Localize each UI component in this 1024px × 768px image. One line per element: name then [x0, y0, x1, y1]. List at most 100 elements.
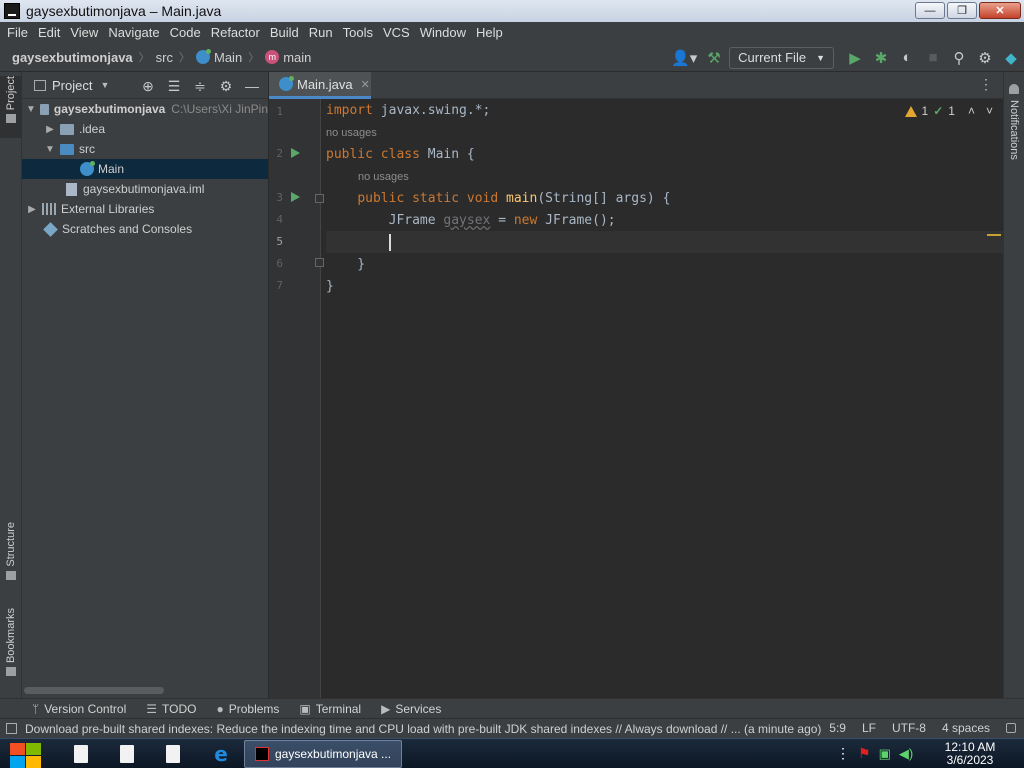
gear-icon[interactable]: ⚙ — [216, 76, 236, 96]
tree-item-idea[interactable]: ▶ .idea — [22, 119, 268, 139]
tree-item-label: gaysexbutimonjava — [53, 102, 166, 116]
ide-logo-icon[interactable]: ◆ — [998, 45, 1024, 71]
chevron-down-icon[interactable]: ▼ — [100, 80, 109, 90]
document-icon[interactable] — [74, 745, 88, 763]
maximize-button[interactable]: ❐ — [947, 2, 977, 19]
run-gutter-icon[interactable] — [291, 192, 300, 202]
tool-tab-structure[interactable]: Structure — [0, 522, 22, 592]
more-vertical-icon[interactable]: ⋮ — [836, 745, 850, 762]
menu-build[interactable]: Build — [265, 25, 304, 40]
tool-tab-project[interactable]: Project — [0, 76, 22, 138]
tool-tab-notifications[interactable]: Notifications — [1008, 100, 1020, 160]
hide-panel-icon[interactable]: — — [242, 76, 262, 96]
tree-item-project-root[interactable]: ▼ gaysexbutimonjava C:\Users\Xi JinPin — [22, 99, 268, 119]
menu-view[interactable]: View — [65, 25, 103, 40]
code-token: public class — [326, 147, 420, 162]
tree-item-iml[interactable]: gaysexbutimonjava.iml — [22, 179, 268, 199]
project-panel-title[interactable]: Project — [52, 78, 92, 93]
lock-icon[interactable] — [1006, 723, 1016, 733]
stop-icon[interactable]: ■ — [920, 45, 946, 71]
chevron-right-icon: 〉 — [248, 52, 260, 64]
document-icon[interactable] — [166, 745, 180, 763]
tree-item-scratches[interactable]: Scratches and Consoles — [22, 219, 268, 239]
taskbar-app-intellij[interactable]: gaysexbutimonjava ... — [244, 740, 402, 768]
menu-tools[interactable]: Tools — [338, 25, 378, 40]
tool-tab-bookmarks[interactable]: Bookmarks — [0, 608, 22, 688]
run-gutter-icon[interactable] — [291, 148, 300, 158]
usage-hint[interactable]: no usages — [358, 166, 409, 188]
editor-gutter: 1 2 3 4 5 6 7 — [269, 99, 324, 698]
minimize-button[interactable]: — — [915, 2, 945, 19]
menu-refactor[interactable]: Refactor — [206, 25, 265, 40]
volume-icon[interactable]: ◀) — [899, 746, 913, 762]
tool-services[interactable]: ▶ Services — [381, 702, 441, 716]
menu-help[interactable]: Help — [471, 25, 508, 40]
tree-item-src[interactable]: ▼ src — [22, 139, 268, 159]
breadcrumb-class[interactable]: Main — [214, 50, 242, 65]
close-button[interactable]: ✕ — [979, 2, 1021, 19]
fold-icon[interactable] — [315, 258, 324, 267]
line-separator[interactable]: LF — [862, 721, 876, 735]
user-icon[interactable]: 👤▾ — [667, 45, 701, 71]
menu-edit[interactable]: Edit — [33, 25, 65, 40]
code-editor[interactable]: import javax.swing.*; no usages public c… — [326, 99, 1003, 698]
menu-code[interactable]: Code — [165, 25, 206, 40]
warning-stripe-marker[interactable] — [987, 234, 1001, 236]
tree-item-main[interactable]: Main — [22, 159, 268, 179]
more-vertical-icon[interactable]: ⋮ — [979, 76, 993, 93]
system-clock[interactable]: 12:10 AM 3/6/2023 — [930, 741, 1010, 767]
locate-file-icon[interactable]: ⊕ — [138, 76, 158, 96]
run-icon[interactable]: ▶ — [842, 45, 868, 71]
inspection-widget[interactable]: 1 ✓ 1 ˄ ˅ — [904, 104, 993, 118]
editor-area: Main.java ✕ ⋮ 1 2 3 4 5 6 7 import javax… — [269, 72, 1003, 698]
tree-item-external-libraries[interactable]: ▶ External Libraries — [22, 199, 268, 219]
breadcrumb-method[interactable]: main — [283, 50, 311, 65]
chevron-right-icon: 〉 — [138, 52, 150, 64]
intellij-icon — [4, 3, 20, 19]
file-encoding[interactable]: UTF-8 — [892, 721, 926, 735]
run-config-selector[interactable]: Current File ▼ — [729, 46, 834, 69]
panel-toggle-icon[interactable] — [6, 723, 17, 734]
breadcrumb-project[interactable]: gaysexbutimonjava — [12, 50, 133, 65]
title-bar: gaysexbutimonjava – Main.java — ❐ ✕ — [0, 0, 1024, 22]
menu-window[interactable]: Window — [415, 25, 471, 40]
fold-icon[interactable] — [315, 194, 324, 203]
coverage-icon[interactable]: ◐ — [894, 45, 920, 71]
tool-terminal[interactable]: ▣ Terminal — [299, 702, 361, 716]
menu-run[interactable]: Run — [304, 25, 338, 40]
horizontal-scrollbar[interactable] — [24, 687, 164, 694]
caret-position[interactable]: 5:9 — [829, 721, 846, 735]
tab-main-java[interactable]: Main.java ✕ — [269, 72, 371, 99]
tool-problems[interactable]: ● Problems — [216, 702, 279, 716]
chevron-up-icon[interactable]: ˄ — [968, 104, 975, 118]
bell-icon[interactable] — [1009, 84, 1019, 94]
usage-hint[interactable]: no usages — [326, 122, 377, 144]
tree-item-label: .idea — [79, 122, 106, 136]
search-icon[interactable]: ⚲ — [946, 45, 972, 71]
status-message[interactable]: Download pre-built shared indexes: Reduc… — [25, 722, 845, 736]
code-token: JFrame(); — [537, 213, 616, 228]
debug-icon[interactable]: ✱ — [868, 45, 894, 71]
status-bar: Download pre-built shared indexes: Reduc… — [0, 718, 1024, 738]
start-button[interactable] — [8, 742, 42, 768]
flag-icon[interactable]: ⚑ — [858, 745, 871, 762]
tool-tab-bookmarks-label: Bookmarks — [5, 608, 17, 664]
menu-file[interactable]: File — [2, 25, 33, 40]
network-icon[interactable]: ▣ — [879, 746, 891, 762]
breadcrumb-src[interactable]: src — [156, 50, 173, 65]
document-icon[interactable] — [120, 745, 134, 763]
chevron-down-icon[interactable]: ˅ — [986, 104, 993, 118]
indent-setting[interactable]: 4 spaces — [942, 721, 990, 735]
tool-todo[interactable]: ☰ TODO — [146, 702, 196, 716]
edge-browser-icon[interactable]: e — [211, 744, 231, 764]
expand-all-icon[interactable]: ☰ — [164, 76, 184, 96]
build-hammer-icon[interactable]: ⚒ — [701, 45, 727, 71]
tool-version-control[interactable]: ᛘ Version Control — [32, 702, 126, 716]
class-icon — [80, 161, 95, 176]
close-tab-icon[interactable]: ✕ — [361, 78, 370, 91]
menu-vcs[interactable]: VCS — [378, 25, 415, 40]
gear-icon[interactable]: ⚙ — [972, 45, 998, 71]
menu-navigate[interactable]: Navigate — [103, 25, 164, 40]
tool-label: Terminal — [315, 701, 362, 716]
collapse-all-icon[interactable]: ≑ — [190, 76, 210, 96]
